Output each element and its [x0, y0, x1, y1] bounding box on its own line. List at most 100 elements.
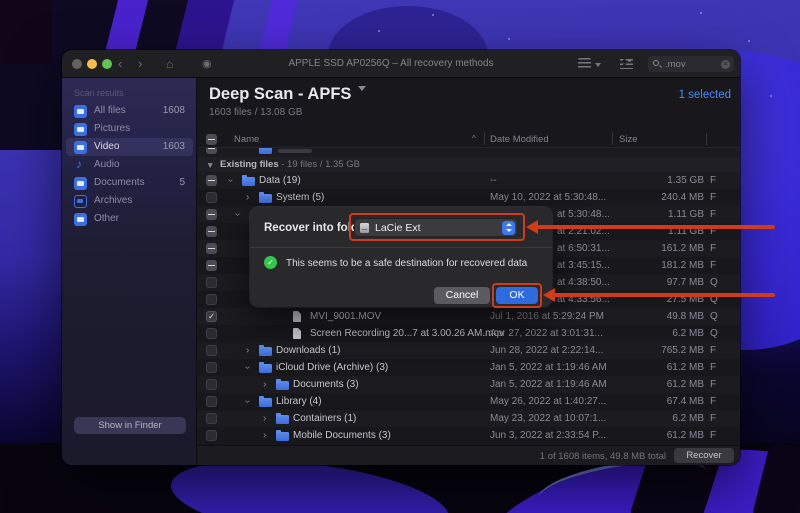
row-size: 181.2 MB — [661, 260, 704, 271]
row-checkbox[interactable] — [206, 328, 217, 339]
row-checkbox[interactable] — [206, 379, 217, 390]
zoom-button[interactable] — [102, 59, 112, 69]
selection-summary: 1 of 1608 items, 49.8 MB total — [539, 451, 666, 462]
disclosure-open-icon[interactable]: › — [242, 366, 253, 369]
disclosure-open-icon[interactable]: › — [242, 400, 253, 403]
row-name: Data (19) — [259, 175, 301, 186]
search-input[interactable]: .mov ✕ — [648, 56, 734, 72]
clear-search-icon[interactable]: ✕ — [721, 59, 730, 69]
sidebar-item-count: 1608 — [162, 105, 185, 116]
row-size: 1.35 GB — [667, 175, 704, 186]
table-row[interactable]: › System (5) May 10, 2022 at 5:30:48... 240… — [198, 189, 740, 206]
safe-destination-message: This seems to be a safe destination for … — [286, 258, 528, 269]
row-checkbox[interactable]: ✓ — [206, 311, 217, 322]
chevron-down-icon[interactable] — [595, 63, 601, 67]
section-detail: - 19 files / 1.35 GB — [281, 159, 360, 170]
table-row[interactable]: Screen Recording 20...7 at 3.00.26 AM.mo… — [198, 325, 740, 342]
minimize-button[interactable] — [87, 59, 97, 69]
row-name: Containers (1) — [293, 413, 357, 424]
row-checkbox[interactable] — [206, 209, 217, 220]
sidebar-item-documents[interactable]: Documents 5 — [66, 174, 193, 192]
close-button[interactable] — [72, 59, 82, 69]
row-size: 6.2 MB — [672, 328, 704, 339]
search-value: .mov — [665, 59, 686, 70]
disclosure-open-icon[interactable]: › — [225, 179, 236, 182]
column-header-date[interactable]: Date Modified — [490, 134, 549, 145]
row-checkbox[interactable] — [206, 192, 217, 203]
row-date-modified: Jun 3, 2022 at 2:33:54 P... — [490, 430, 607, 441]
sidebar-item-audio[interactable]: Audio — [66, 156, 193, 174]
row-name: Downloads (1) — [276, 345, 341, 356]
annotation-box-ok-button — [492, 283, 542, 308]
row-name: Documents (3) — [293, 379, 359, 390]
table-row[interactable]: ✓ MVI_9001.MOV Jul 1, 2016 at 5:29:24 PM 49… — [198, 308, 740, 325]
sort-ascending-icon[interactable]: ^ — [472, 134, 476, 143]
row-date-modified: Jun 28, 2022 at 2:22:14... — [490, 345, 604, 356]
row-checkbox[interactable] — [206, 413, 217, 424]
row-size: 1.11 GB — [668, 209, 704, 220]
sidebar-item-archives[interactable]: Archives — [66, 192, 193, 210]
row-checkbox[interactable] — [206, 362, 217, 373]
annotation-arrow-folder-select — [537, 225, 775, 229]
all-files-icon — [74, 104, 87, 118]
disclosure-closed-icon[interactable]: › — [246, 193, 249, 203]
disclosure-closed-icon[interactable]: › — [263, 380, 266, 390]
sidebar-item-all-files[interactable]: All files 1608 — [66, 102, 193, 120]
row-checkbox[interactable] — [206, 396, 217, 407]
row-checkbox[interactable] — [206, 226, 217, 237]
column-header-size[interactable]: Size — [619, 134, 637, 145]
disclosure-closed-icon[interactable]: › — [246, 346, 249, 356]
table-row[interactable]: › Mobile Documents (3) Jun 3, 2022 at 2:33… — [198, 427, 740, 444]
column-header-name[interactable]: Name — [234, 134, 259, 145]
row-checkbox[interactable] — [206, 175, 217, 186]
row-type: F — [710, 175, 717, 186]
sidebar-item-video[interactable]: Video 1603 — [66, 138, 193, 156]
row-checkbox[interactable] — [206, 148, 217, 154]
table-row[interactable]: › Library (4) May 26, 2022 at 1:40:27... 67… — [198, 393, 740, 410]
row-name: Library (4) — [276, 396, 322, 407]
wallpaper-star — [378, 30, 380, 32]
row-checkbox[interactable] — [206, 243, 217, 254]
other-icon — [74, 212, 87, 226]
recover-button[interactable]: Recover — [674, 448, 734, 463]
cancel-button[interactable]: Cancel — [434, 287, 490, 304]
row-checkbox[interactable] — [206, 294, 217, 305]
sidebar-item-pictures[interactable]: Pictures — [66, 120, 193, 138]
forward-button[interactable]: › — [138, 55, 142, 72]
select-all-checkbox[interactable] — [206, 134, 217, 145]
table-row[interactable]: › Downloads (1) Jun 28, 2022 at 2:22:14...… — [198, 342, 740, 359]
disclosure-open-icon[interactable]: ▼ — [206, 160, 214, 170]
annotation-arrow-ok-button — [554, 293, 775, 297]
row-checkbox[interactable] — [206, 277, 217, 288]
row-size: 6.2 MB — [672, 413, 704, 424]
chevron-down-icon[interactable] — [358, 86, 367, 91]
section-header-existing-files[interactable]: ▼ Existing files - 19 files / 1.35 GB — [198, 157, 740, 172]
clipped-row[interactable] — [198, 148, 740, 157]
table-row[interactable]: › iCloud Drive (Archive) (3) Jan 5, 2022 a… — [198, 359, 740, 376]
sidebar-item-count: 1603 — [162, 141, 185, 152]
rescan-icon[interactable]: ◉ — [202, 56, 212, 73]
folder-icon — [242, 175, 255, 186]
show-in-finder-button[interactable]: Show in Finder — [74, 417, 186, 434]
back-button[interactable]: ‹ — [118, 55, 122, 72]
row-checkbox[interactable] — [206, 430, 217, 441]
row-type: F — [710, 430, 717, 441]
folder-icon — [259, 396, 272, 407]
desktop: ‹ › ⌂ ◉ APPLE SSD AP0256Q – All recovery… — [0, 0, 800, 513]
disclosure-open-icon[interactable]: › — [232, 213, 243, 216]
view-options-icon[interactable] — [578, 58, 591, 69]
table-row[interactable]: › Data (19) -- 1.35 GB F — [198, 172, 740, 189]
row-checkbox[interactable] — [206, 345, 217, 356]
row-name: iCloud Drive (Archive) (3) — [276, 362, 389, 373]
home-icon[interactable]: ⌂ — [166, 56, 173, 73]
selected-count: 1 selected — [678, 89, 731, 101]
table-row[interactable]: › Containers (1) May 23, 2022 at 10:07:1..… — [198, 410, 740, 427]
row-checkbox[interactable] — [206, 260, 217, 271]
row-date-modified: May 26, 2022 at 1:40:27... — [490, 396, 607, 407]
sidebar-item-other[interactable]: Other — [66, 210, 193, 228]
disclosure-closed-icon[interactable]: › — [263, 414, 266, 424]
wallpaper-star — [508, 38, 510, 40]
table-row[interactable]: › Documents (3) Jan 5, 2022 at 1:19:46 AM 6… — [198, 376, 740, 393]
disclosure-closed-icon[interactable]: › — [263, 431, 266, 441]
filter-icon[interactable] — [620, 59, 633, 69]
